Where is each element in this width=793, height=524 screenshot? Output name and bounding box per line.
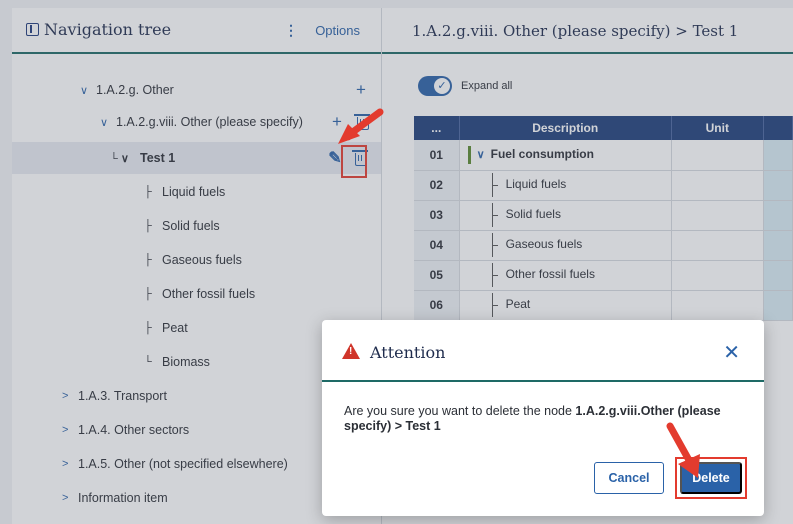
confirm-delete-dialog: Attention ✕ Are you sure you want to del… bbox=[322, 320, 764, 516]
dialog-message-prefix: Are you sure you want to delete the node bbox=[344, 404, 576, 418]
callout-arrow-icon bbox=[666, 422, 700, 478]
cancel-button[interactable]: Cancel bbox=[594, 462, 664, 494]
callout-arrow-icon bbox=[338, 108, 384, 144]
dialog-title: Attention bbox=[370, 343, 446, 362]
close-icon[interactable]: ✕ bbox=[723, 340, 740, 365]
warning-icon bbox=[342, 343, 360, 359]
dialog-header: Attention ✕ bbox=[322, 320, 764, 382]
